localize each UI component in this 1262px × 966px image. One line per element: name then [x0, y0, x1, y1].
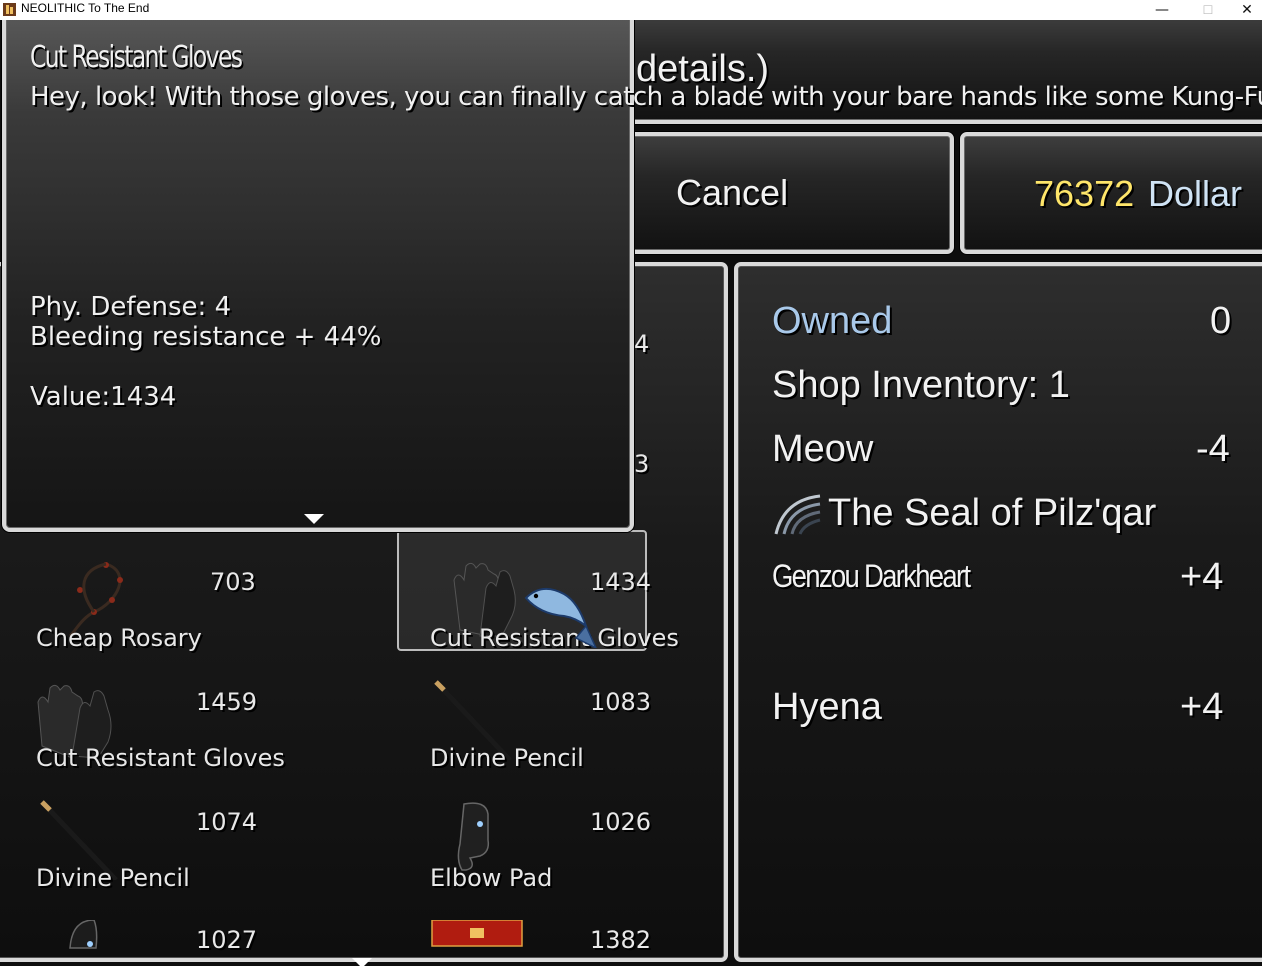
list-item-divine-pencil[interactable]: 1074 Divine Pencil [6, 800, 386, 920]
fish-cursor-icon [524, 587, 597, 648]
item-price: 1074 [196, 808, 258, 836]
game-viewport[interactable]: details.) Cancel 76372 Dollar 4 3 703 Ch… [0, 20, 1262, 966]
helmet-icon [69, 920, 98, 949]
tooltip-bleeding: Bleeding resistance + 44% [30, 322, 382, 352]
list-item-cut-resistant-gloves[interactable]: 1459 Cut Resistant Gloves [6, 680, 386, 800]
actor-meow-value: -4 [1196, 428, 1230, 470]
list-item-cheap-rosary[interactable]: 703 Cheap Rosary [6, 560, 386, 680]
app-icon [3, 3, 16, 16]
tooltip-scroll-down-arrow[interactable] [304, 514, 324, 524]
actor-hyena-value: +4 [1180, 686, 1224, 728]
tooltip-title: Cut Resistant Gloves [30, 40, 243, 75]
item-name: Cheap Rosary [36, 624, 202, 652]
actor-meow-label: Meow [772, 428, 874, 470]
tooltip-defense: Phy. Defense: 4 [30, 292, 232, 322]
close-button[interactable]: ✕ [1232, 0, 1262, 20]
item-name: Cut Resistant Gloves [36, 744, 285, 772]
item-price: 1382 [590, 926, 652, 954]
maximize-button[interactable]: ☐ [1186, 0, 1230, 20]
item-price: 703 [210, 568, 256, 596]
actor-genzou-label: Genzou Darkheart [772, 558, 971, 594]
window-title: NEOLITHIC To The End [21, 1, 150, 15]
minimize-button[interactable]: — [1140, 0, 1184, 20]
item-price: 1026 [590, 808, 652, 836]
title-bar: NEOLITHIC To The End — ☐ ✕ [0, 0, 1262, 20]
owned-label: Owned [772, 300, 893, 342]
actor-hyena-label: Hyena [772, 686, 882, 728]
item-name: Elbow Pad [430, 864, 553, 892]
owned-value: 0 [1210, 300, 1232, 342]
red-banner-icon [431, 920, 523, 947]
list-item[interactable]: 1382 [400, 920, 780, 966]
seal-icon [774, 494, 821, 535]
list-item[interactable]: 1027 [6, 920, 386, 966]
item-name: Divine Pencil [36, 864, 190, 892]
list-scroll-down-arrow[interactable] [352, 958, 372, 966]
cancel-button[interactable]: Cancel [676, 172, 788, 214]
tooltip-description: Hey, look! With those gloves, you can fi… [30, 82, 1262, 112]
item-price: 1083 [590, 688, 652, 716]
item-tooltip-window: Cut Resistant Gloves Hey, look! With tho… [2, 20, 1262, 532]
item-name: Divine Pencil [430, 744, 584, 772]
hidden-price: 3 [634, 450, 650, 478]
list-item-elbow-pad[interactable]: 1026 Elbow Pad [400, 800, 780, 920]
tooltip-value: Value:1434 [30, 382, 177, 412]
gold-unit: Dollar [1148, 173, 1243, 214]
shop-inventory: Shop Inventory: 1 [772, 364, 1070, 406]
item-price: 1027 [196, 926, 258, 954]
actor-genzou-value: +4 [1180, 556, 1224, 598]
gold-amount: 76372 [1034, 173, 1135, 214]
item-price: 1459 [196, 688, 258, 716]
seal-label: The Seal of Pilz'qar [828, 492, 1157, 534]
list-item-divine-pencil[interactable]: 1083 Divine Pencil [400, 680, 780, 800]
